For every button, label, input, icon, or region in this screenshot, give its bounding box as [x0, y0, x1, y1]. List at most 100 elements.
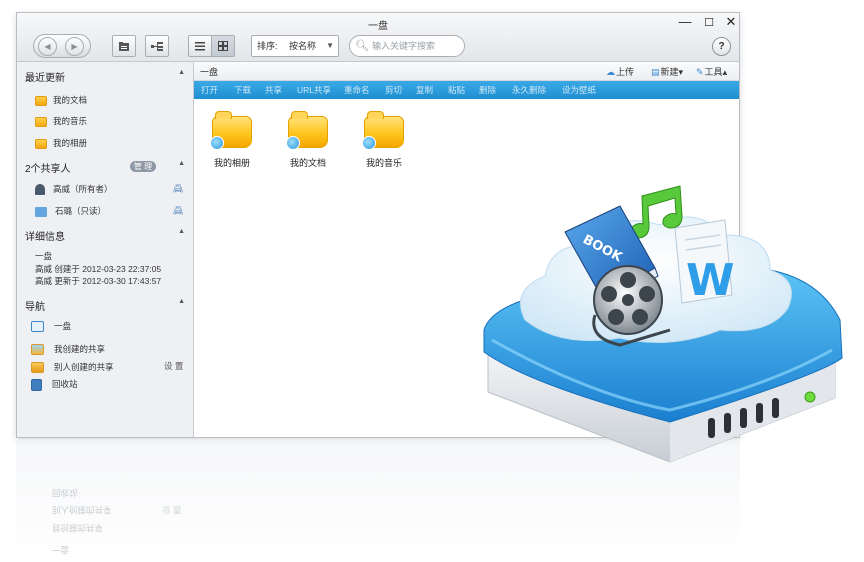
maximize-icon[interactable]: ☐ [701, 16, 717, 29]
word-document-letter: W [686, 255, 735, 306]
action-set-wallpaper[interactable]: 设为壁纸 [562, 84, 596, 96]
folder-icon [35, 116, 47, 127]
detail-updated: 高威 更新于 2012-03-30 17:43:57 [35, 276, 162, 286]
manage-button[interactable]: 管 理 [130, 161, 156, 172]
sort-select[interactable]: 排序: 按名称 ▼ [251, 35, 339, 57]
breadcrumb[interactable]: 一盘 [200, 65, 218, 78]
close-icon[interactable]: ✕ [723, 14, 739, 30]
tree-view-button[interactable] [145, 35, 169, 57]
section-sharers-header[interactable]: 2个共享人 ▲ [25, 160, 185, 175]
sort-label: 排序: [257, 41, 278, 51]
window-title: 一盘 [368, 21, 388, 32]
cloud-upload-icon: ☁ [606, 67, 615, 77]
list-view-button[interactable] [188, 35, 212, 57]
breadcrumb-bar: 一盘 ☁上传 ▤新建▾ ✎工具▴ [194, 62, 739, 81]
contact-card-icon[interactable]: 📇︎ [173, 184, 183, 193]
sharer-item[interactable]: 石璐（只读） [35, 204, 106, 218]
back-button[interactable]: ◀ [38, 37, 57, 56]
section-title: 2个共享人 [25, 164, 71, 175]
chevron-down-icon: ▾ [678, 67, 684, 77]
action-bar: 打开 下载 共享 URL共享 重命名 剪切 复制 粘贴 删除 永久删除 设为壁纸 [194, 81, 739, 99]
shared-folder-icon [31, 362, 44, 374]
file-label: 我的文档 [289, 158, 326, 168]
reflected-nav-item: 别人创建的共享 [52, 505, 112, 515]
settings-link[interactable]: 设 置 [164, 360, 183, 372]
chevron-down-icon: ▴ [722, 67, 728, 77]
cloud-storage-illustration: W BOOK [483, 185, 843, 463]
grid-view-button[interactable] [211, 35, 235, 57]
reflected-settings: 设 置 [162, 505, 182, 515]
chevron-down-icon: ▼ [326, 41, 334, 50]
action-permanent-delete[interactable]: 永久删除 [512, 84, 546, 96]
collapse-icon[interactable]: ▲ [178, 298, 185, 305]
section-title: 导航 [25, 302, 45, 313]
trash-icon [31, 378, 42, 391]
sort-value: 按名称 [289, 41, 317, 51]
file-label: 我的相册 [213, 158, 250, 168]
file-item[interactable]: 我的文档 [278, 102, 338, 169]
collapse-icon[interactable]: ▲ [178, 228, 185, 235]
recent-item[interactable]: 我的相册 [35, 136, 87, 150]
detail-created: 高威 创建于 2012-03-23 22:37:05 [35, 264, 162, 274]
new-button[interactable]: ▤新建▾ [651, 65, 683, 78]
action-delete[interactable]: 删除 [479, 84, 496, 96]
file-label: 我的音乐 [365, 158, 402, 168]
action-paste[interactable]: 粘贴 [448, 84, 465, 96]
search-input[interactable]: 🔍︎ 输入关键字搜索 [349, 35, 465, 57]
user-icon [35, 184, 45, 196]
nav-item-recycle-bin[interactable]: 回收站 [31, 377, 78, 391]
action-share[interactable]: 共享 [265, 84, 282, 96]
wrench-icon: ✎ [696, 67, 704, 77]
section-nav-header[interactable]: 导航 ▲ [25, 298, 185, 313]
disk-icon [31, 321, 44, 333]
section-details-header[interactable]: 详细信息 ▲ [25, 228, 185, 243]
action-download[interactable]: 下载 [234, 84, 251, 96]
list-icon [195, 41, 205, 51]
forward-button[interactable]: ▶ [65, 37, 84, 56]
new-file-icon: ▤ [651, 67, 660, 77]
shared-folder-icon [362, 111, 404, 150]
action-open[interactable]: 打开 [201, 84, 218, 96]
recent-item[interactable]: 我的音乐 [35, 114, 87, 128]
help-button[interactable]: ? [712, 37, 731, 56]
action-cut[interactable]: 剪切 [385, 84, 402, 96]
contact-card-icon[interactable]: 📇︎ [173, 206, 183, 215]
nav-item-others-shares[interactable]: 别人创建的共享 [31, 360, 114, 374]
reflected-nav-item: 我创建的共享 [52, 523, 104, 533]
recent-item[interactable]: 我的文档 [35, 93, 87, 107]
grid-icon [218, 41, 228, 52]
section-title: 详细信息 [25, 232, 65, 243]
new-folder-button[interactable] [112, 35, 136, 57]
file-item[interactable]: 我的相册 [202, 102, 262, 169]
title-bar: 一盘 — ☐ ✕ ◀ ▶ 排序: 按名称 ▼ 🔍︎ 输入关键字搜索 ? [17, 13, 739, 62]
reflected-nav-item: 回收站 [52, 488, 78, 498]
collapse-icon[interactable]: ▲ [178, 160, 185, 167]
tools-button[interactable]: ✎工具▴ [696, 65, 727, 78]
folder-tree-icon [119, 41, 129, 51]
shared-folder-icon [210, 111, 252, 150]
reflected-nav-item: 一盘 [52, 545, 70, 555]
action-rename[interactable]: 重命名 [344, 84, 370, 96]
nav-item-disk[interactable]: 一盘 [31, 319, 71, 333]
shared-folder-icon [31, 344, 44, 356]
detail-name: 一盘 [35, 251, 53, 261]
minimize-icon[interactable]: — [677, 14, 693, 29]
folder-icon [35, 138, 47, 149]
action-copy[interactable]: 复制 [416, 84, 433, 96]
hierarchy-icon [150, 41, 163, 51]
user-avatar-icon [35, 206, 47, 217]
file-item[interactable]: 我的音乐 [354, 102, 414, 169]
collapse-icon[interactable]: ▲ [178, 69, 185, 76]
folder-icon [35, 95, 47, 106]
section-title: 最近更新 [25, 73, 65, 84]
nav-button-group: ◀ ▶ [33, 34, 91, 58]
action-url-share[interactable]: URL共享 [297, 84, 331, 96]
shared-folder-icon [286, 111, 328, 150]
search-placeholder: 输入关键字搜索 [372, 41, 436, 51]
sidebar: 最近更新 ▲ 我的文档 我的音乐 我的相册 2个共享人 ▲ 管 理 高威（所有者… [17, 62, 194, 437]
section-recent-header[interactable]: 最近更新 ▲ [25, 69, 185, 84]
upload-button[interactable]: ☁上传 [606, 65, 634, 78]
search-icon: 🔍︎ [355, 40, 369, 52]
sharer-item[interactable]: 高威（所有者） [35, 182, 113, 196]
nav-item-my-shares[interactable]: 我创建的共享 [31, 342, 105, 356]
